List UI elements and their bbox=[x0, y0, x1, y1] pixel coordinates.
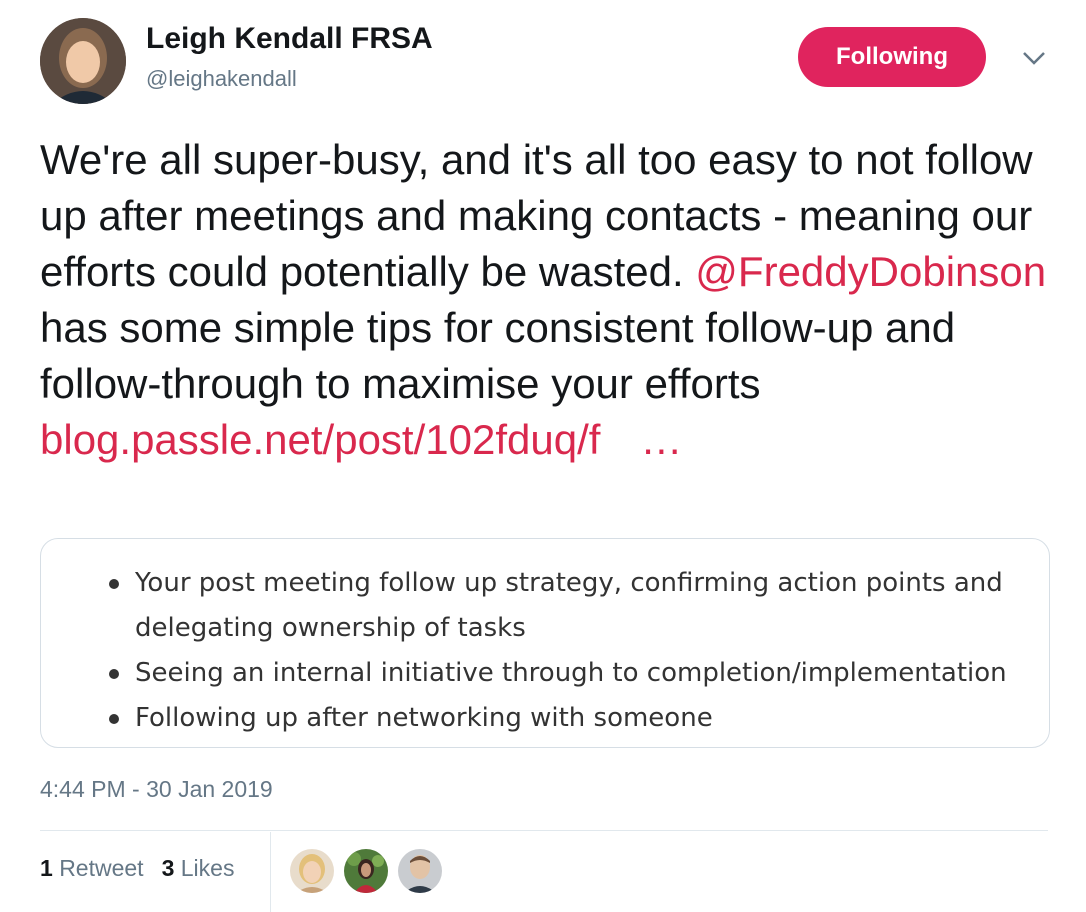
likes-count: 3 bbox=[161, 855, 175, 881]
url-link[interactable]: blog.passle.net/post/102fduq/f bbox=[40, 416, 600, 463]
tweet-text: We're all super-busy, and it's all too e… bbox=[40, 132, 1050, 468]
engagement-stats: 1 Retweet 3 Likes bbox=[40, 855, 234, 882]
link-ellipsis: … bbox=[640, 416, 683, 463]
link-preview-card[interactable]: Your post meeting follow up strategy, co… bbox=[40, 538, 1050, 748]
liker-avatar-image bbox=[290, 849, 334, 893]
card-bullet-item: Seeing an internal initiative through to… bbox=[109, 651, 1029, 696]
mention-link[interactable]: @FreddyDobinson bbox=[695, 248, 1046, 295]
retweet-label: Retweet bbox=[59, 855, 144, 881]
stats-vertical-divider bbox=[270, 832, 271, 912]
chevron-down-icon bbox=[1023, 52, 1045, 65]
likes-label: Likes bbox=[180, 855, 235, 881]
card-bullet-item: Your post meeting follow up strategy, co… bbox=[109, 561, 1029, 651]
card-bullet-item: Following up after networking with someo… bbox=[109, 696, 1029, 741]
liker-avatar[interactable] bbox=[344, 849, 388, 893]
author-name[interactable]: Leigh Kendall FRSA bbox=[146, 22, 433, 56]
retweet-stat[interactable]: 1 Retweet bbox=[40, 855, 144, 882]
following-button[interactable]: Following bbox=[798, 27, 986, 87]
liker-avatar-image bbox=[344, 849, 388, 893]
retweet-count: 1 bbox=[40, 855, 53, 881]
author-handle[interactable]: @leighakendall bbox=[146, 66, 297, 92]
more-options-caret[interactable] bbox=[1020, 48, 1048, 68]
tweet-timestamp[interactable]: 4:44 PM - 30 Jan 2019 bbox=[40, 776, 273, 803]
liker-avatar[interactable] bbox=[290, 849, 334, 893]
author-avatar-image bbox=[40, 18, 126, 104]
liker-avatar[interactable] bbox=[398, 849, 442, 893]
tweet-text-part: has some simple tips for consistent foll… bbox=[40, 304, 956, 407]
liker-avatar-image bbox=[398, 849, 442, 893]
card-bullet-list: Your post meeting follow up strategy, co… bbox=[109, 561, 1029, 741]
stats-divider bbox=[40, 830, 1048, 831]
liker-avatars bbox=[290, 849, 442, 893]
likes-stat[interactable]: 3 Likes bbox=[162, 855, 235, 882]
author-avatar[interactable] bbox=[40, 18, 126, 104]
